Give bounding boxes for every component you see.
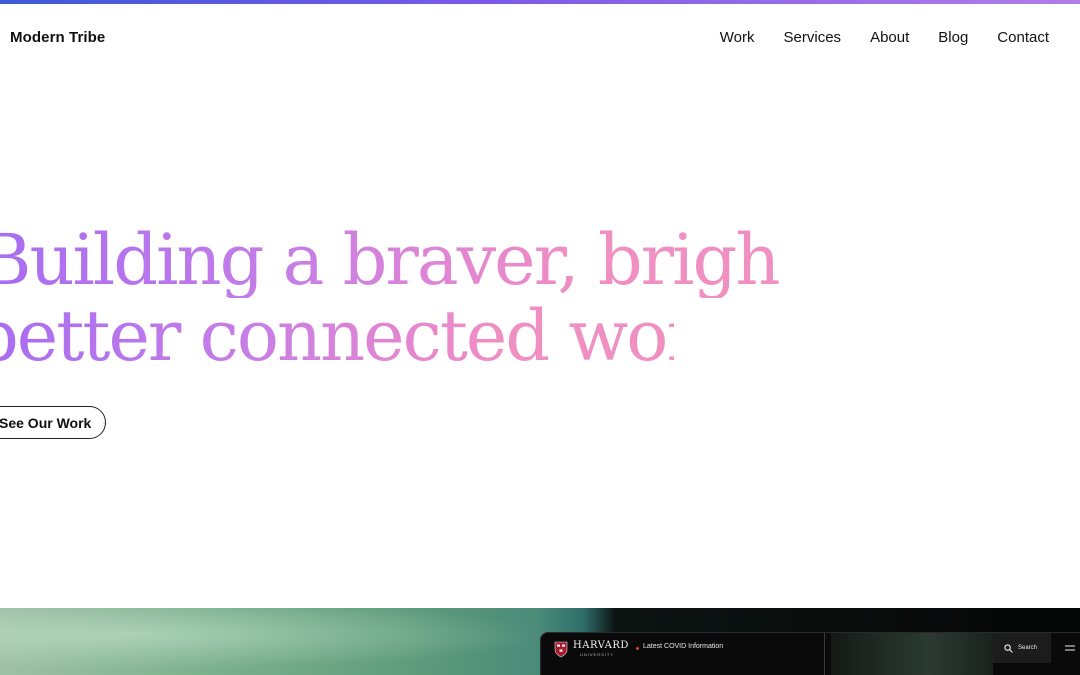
nav-item-contact[interactable]: Contact <box>997 29 1049 46</box>
featured-site-preview[interactable]: HARVARD UNIVERSITY Latest COVID Informat… <box>540 632 1080 675</box>
site-logo[interactable]: Modern Tribe <box>10 29 105 46</box>
featured-work-showcase: HARVARD UNIVERSITY Latest COVID Informat… <box>0 608 1080 675</box>
hero-section: Building a braver, brighter, better conn… <box>0 222 1080 374</box>
preview-site-subtitle: UNIVERSITY <box>580 652 615 657</box>
preview-site-name: HARVARD <box>573 640 629 651</box>
hero-headline: Building a braver, brighter, better conn… <box>0 222 1080 374</box>
alert-dot-icon <box>636 647 639 650</box>
preview-search-button: Search <box>993 633 1051 663</box>
showcase-backdrop <box>0 608 620 675</box>
hero-headline-line-2: better connected world <box>0 298 763 374</box>
harvard-shield-icon <box>554 641 568 658</box>
nav-item-services[interactable]: Services <box>784 29 842 46</box>
hero-headline-line-1: Building a braver, brighter, <box>0 222 890 298</box>
site-header: Modern Tribe Work Services About Blog Co… <box>0 4 1080 72</box>
nav-item-work[interactable]: Work <box>720 29 755 46</box>
nav-item-about[interactable]: About <box>870 29 909 46</box>
see-our-work-button[interactable]: See Our Work <box>0 406 106 439</box>
preview-divider <box>824 633 825 675</box>
main-nav: Work Services About Blog Contact <box>720 29 1049 46</box>
nav-item-blog[interactable]: Blog <box>938 29 968 46</box>
menu-icon <box>1065 645 1075 651</box>
preview-alert-link: Latest COVID Information <box>643 643 724 650</box>
see-our-work-label: See Our Work <box>0 414 92 431</box>
arrow-right-icon <box>103 421 105 424</box>
preview-hero-image <box>831 633 993 675</box>
preview-search-label: Search <box>1018 645 1038 651</box>
search-icon <box>1004 643 1013 653</box>
